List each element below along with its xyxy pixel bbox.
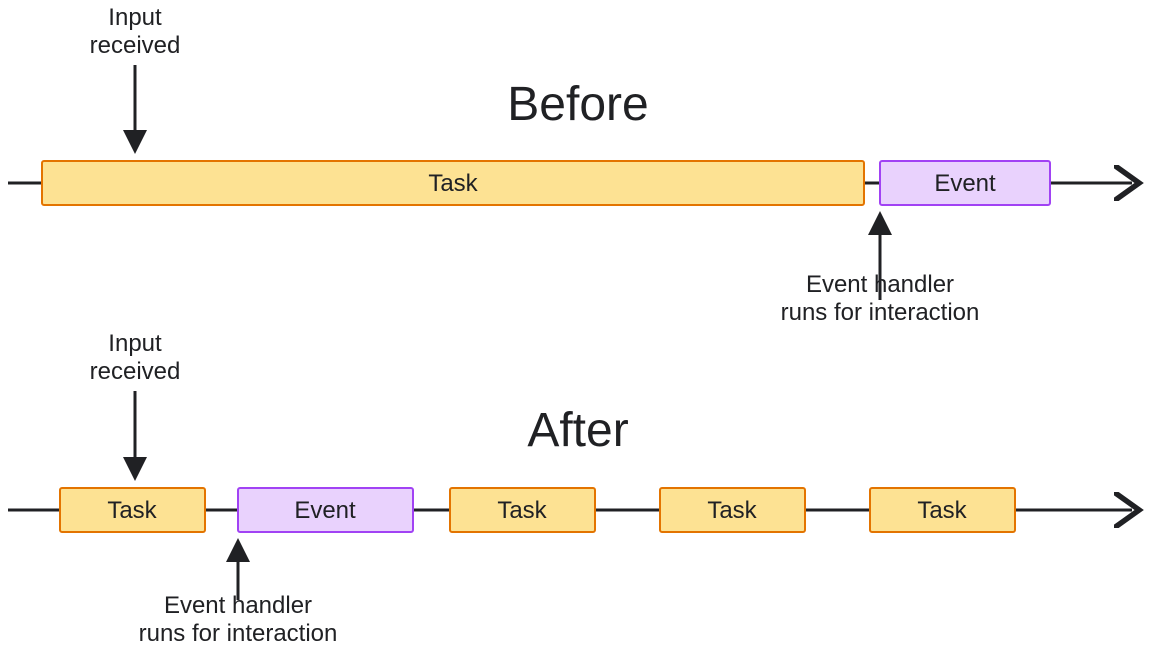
after-task-label-3: Task bbox=[707, 497, 757, 524]
after-task-label-2: Task bbox=[497, 497, 547, 524]
before-input-received-line1: Input bbox=[108, 4, 162, 31]
after-input-received-line1: Input bbox=[108, 330, 162, 357]
after-event-handler-line2: runs for interaction bbox=[139, 620, 338, 647]
after-title: After bbox=[527, 404, 628, 457]
before-event-handler-line1: Event handler bbox=[806, 271, 954, 298]
after-task-label-4: Task bbox=[917, 497, 967, 524]
before-event-handler-line2: runs for interaction bbox=[781, 299, 980, 326]
after-task-label-1: Task bbox=[107, 497, 157, 524]
before-input-received-line2: received bbox=[90, 32, 181, 59]
before-task-label: Task bbox=[428, 170, 478, 197]
after-input-received-line2: received bbox=[90, 358, 181, 385]
before-title: Before bbox=[507, 78, 648, 131]
after-event-handler-line1: Event handler bbox=[164, 592, 312, 619]
after-event-label: Event bbox=[294, 497, 356, 524]
before-event-label: Event bbox=[934, 170, 996, 197]
